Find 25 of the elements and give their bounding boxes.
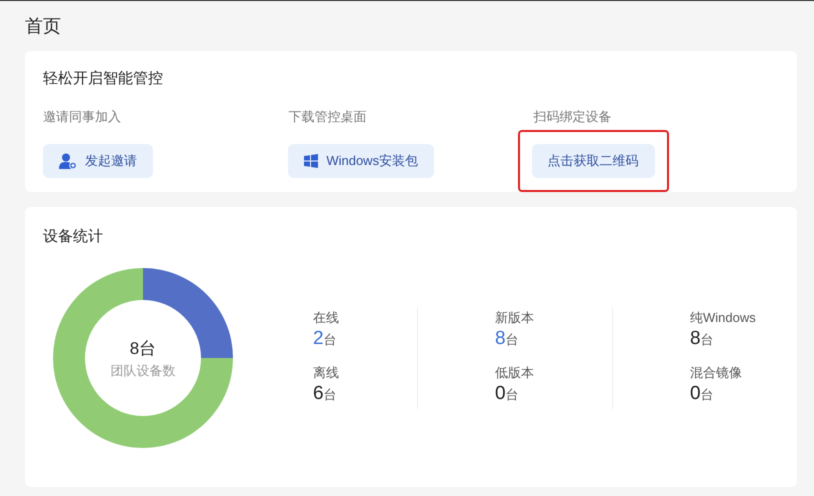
stat-value: 6台 [313, 382, 338, 406]
total-count: 8台 [130, 338, 156, 360]
stat-label: 在线 [313, 309, 340, 327]
card-title: 轻松开启智能管控 [43, 69, 164, 89]
page-title: 首页 [25, 15, 62, 38]
stat-label: 混合镜像 [690, 364, 743, 382]
stat-label: 纯Windows [690, 309, 757, 327]
stat-label: 新版本 [495, 309, 535, 327]
card-title: 设备统计 [43, 227, 104, 247]
windows-icon [304, 154, 318, 168]
stat-value: 8台 [690, 327, 715, 351]
total-label: 团队设备数 [110, 362, 176, 380]
stat-value: 8台 [495, 327, 520, 351]
stat-value: 2台 [313, 327, 338, 351]
stat-value: 0台 [690, 382, 715, 406]
action-label: 扫码绑定设备 [534, 108, 613, 126]
action-button[interactable]: 点击获取二维码 [532, 144, 655, 178]
stat-label: 低版本 [495, 364, 535, 382]
action-button[interactable]: 发起邀请 [43, 144, 153, 178]
stat-label: 离线 [313, 364, 340, 382]
user-add-icon [59, 153, 77, 169]
action-button[interactable]: Windows安装包 [288, 144, 434, 178]
stat-value: 0台 [495, 382, 520, 406]
action-label: 邀请同事加入 [43, 108, 122, 126]
action-label: 下载管控桌面 [288, 108, 368, 126]
